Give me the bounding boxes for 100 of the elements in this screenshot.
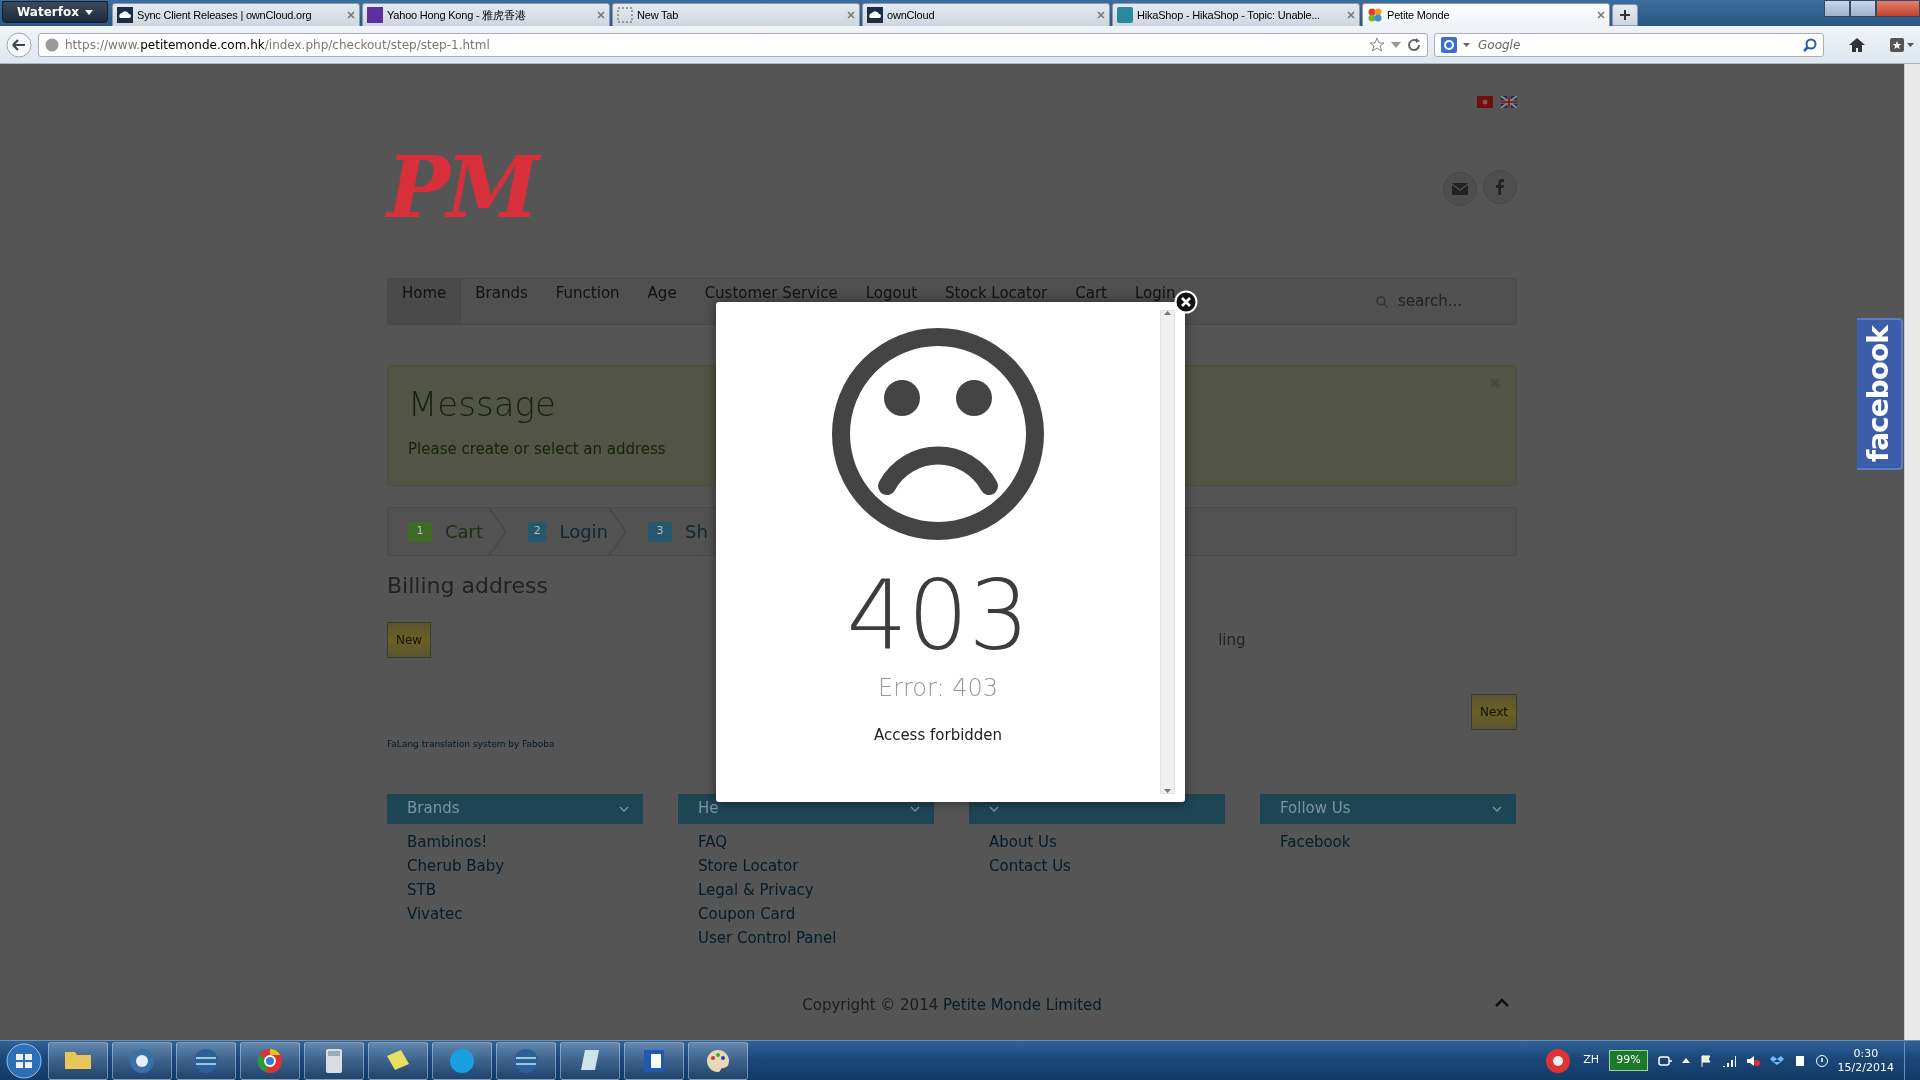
footer-link[interactable]: Bambinos!	[407, 829, 488, 854]
taskbar-button[interactable]	[368, 1041, 428, 1080]
clock-time[interactable]: 0:30	[1837, 1046, 1894, 1061]
nav-item[interactable]: Cart	[1061, 279, 1121, 324]
new-tab-button[interactable]	[1612, 4, 1638, 26]
taskbar-button[interactable]	[688, 1041, 748, 1080]
nav-item[interactable]: Customer Service	[690, 279, 852, 324]
step-label[interactable]: Sh	[685, 518, 708, 545]
search-icon[interactable]	[1803, 37, 1817, 52]
browser-tab[interactable]: HikaShop - HikaShop - Topic: Unable...	[1112, 3, 1360, 26]
nav-item[interactable]: Home	[388, 279, 462, 324]
speaker-icon[interactable]	[1745, 1054, 1760, 1067]
footer-link[interactable]: About Us	[989, 829, 1057, 854]
footer-link[interactable]: Vivatec	[407, 901, 463, 926]
browser-tab[interactable]: Sync Client Releases | ownCloud.org	[112, 3, 360, 26]
new-button[interactable]: New	[387, 622, 432, 658]
footer-link[interactable]: STB	[407, 877, 436, 902]
reload-icon[interactable]	[1407, 37, 1421, 52]
browser-tab[interactable]: Petite Monde	[1362, 3, 1610, 26]
sad-face-icon	[830, 326, 1046, 542]
flag-icon[interactable]	[1501, 96, 1517, 108]
start-button[interactable]	[4, 1041, 44, 1080]
facebook-f-icon	[1496, 179, 1504, 195]
nav-item[interactable]: Function	[541, 279, 634, 324]
dropdown-icon[interactable]	[1391, 41, 1401, 48]
up-arrow-icon[interactable]	[1681, 1058, 1690, 1063]
footer-link[interactable]: User Control Panel	[698, 925, 837, 950]
taskbar-button[interactable]	[48, 1041, 108, 1080]
step-number: 2	[528, 521, 547, 542]
nav-item[interactable]: Brands	[461, 279, 542, 324]
square-icon	[367, 7, 383, 23]
scrollbar[interactable]	[1904, 64, 1920, 1040]
bookmarks-icon[interactable]	[1890, 37, 1914, 52]
taskbar-button[interactable]	[496, 1041, 556, 1080]
close-icon[interactable]	[1097, 11, 1105, 19]
taskbar-button[interactable]	[304, 1041, 364, 1080]
step-number: 3	[648, 521, 672, 542]
scrollbar[interactable]	[1160, 310, 1175, 794]
footer-header[interactable]: Follow Us	[1260, 793, 1516, 824]
footer-link[interactable]: Store Locator	[698, 853, 799, 878]
close-icon[interactable]	[847, 11, 855, 19]
search-field[interactable]: Google	[1476, 34, 1797, 55]
url-text: https://www.petitemonde.com.hk/index.php/checkout/step/step-1.html	[65, 36, 491, 54]
browser-tab[interactable]: New Tab	[612, 3, 860, 26]
chevron-icon	[619, 805, 629, 812]
close-icon[interactable]	[347, 11, 355, 19]
next-button[interactable]: Next	[1471, 694, 1517, 730]
credit-link[interactable]: FaLang translation system by Faboba	[387, 739, 555, 749]
flag-icon[interactable]	[1699, 1054, 1712, 1067]
nav-item[interactable]: Stock Locator	[931, 279, 1062, 324]
search-engine-icon	[1441, 36, 1457, 53]
close-icon[interactable]	[1597, 11, 1605, 19]
cloud-icon	[117, 7, 133, 23]
dashed-square-icon	[617, 7, 633, 23]
caret-icon	[84, 9, 93, 15]
menu-button[interactable]: Waterfox	[2, 1, 108, 23]
footer-link[interactable]: Facebook	[1280, 829, 1351, 854]
facebook-tab[interactable]: facebook	[1857, 318, 1903, 470]
browser-tab[interactable]: Yahoo Hong Kong - 雅虎香港	[362, 3, 610, 26]
minimize-button[interactable]	[1824, 0, 1850, 17]
close-icon[interactable]	[597, 11, 605, 19]
address-field[interactable]: https://www.petitemonde.com.hk/index.php/checkout/step/step-1.html	[38, 32, 1428, 57]
info-icon[interactable]	[1815, 1054, 1828, 1067]
device-icon[interactable]	[1793, 1054, 1806, 1067]
taskbar-button[interactable]	[176, 1041, 236, 1080]
step-label[interactable]: Cart	[445, 518, 484, 545]
footer-link[interactable]: Coupon Card	[698, 901, 796, 926]
star-icon[interactable]	[1369, 36, 1385, 53]
flower-icon	[1367, 7, 1383, 23]
battery-indicator[interactable]: 99%	[1609, 1050, 1648, 1071]
footer-link[interactable]: Cherub Baby	[407, 853, 505, 878]
taskbar-button[interactable]	[112, 1041, 172, 1080]
company-link[interactable]: Petite Monde Limited	[943, 995, 1102, 1014]
footer-link[interactable]: Legal & Privacy	[698, 877, 814, 902]
browser-tab[interactable]: ownCloud	[862, 3, 1110, 26]
footer-link[interactable]: Contact Us	[989, 853, 1071, 878]
nav-item[interactable]: Login	[1121, 279, 1190, 324]
dropbox-icon[interactable]	[1769, 1054, 1784, 1067]
envelope-icon	[1452, 183, 1468, 195]
language-indicator[interactable]: ZH	[1583, 1052, 1600, 1069]
step-label[interactable]: Login	[559, 518, 608, 545]
footer-link[interactable]: FAQ	[698, 829, 728, 854]
nav-item[interactable]: Logout	[851, 279, 932, 324]
taskbar-button[interactable]	[560, 1041, 620, 1080]
close-icon[interactable]	[1347, 11, 1355, 19]
back-icon[interactable]	[6, 31, 32, 58]
maximize-button[interactable]	[1850, 0, 1876, 17]
search-field[interactable]: Google	[1434, 32, 1824, 57]
logo[interactable]: PM	[387, 150, 552, 226]
plug-icon[interactable]	[1657, 1054, 1672, 1067]
error-title: Error: 403	[878, 673, 998, 704]
taskbar-button[interactable]	[240, 1041, 300, 1080]
clock-date[interactable]: 15/2/2014	[1837, 1060, 1894, 1075]
nav-item[interactable]: Age	[633, 279, 691, 324]
signal-icon[interactable]	[1721, 1054, 1736, 1067]
footer-header[interactable]: Brands	[387, 793, 643, 824]
square-icon	[1117, 7, 1133, 23]
chevron-up-icon[interactable]	[1495, 997, 1509, 1007]
home-icon[interactable]	[1848, 36, 1866, 53]
taskbar-button[interactable]	[624, 1041, 684, 1080]
